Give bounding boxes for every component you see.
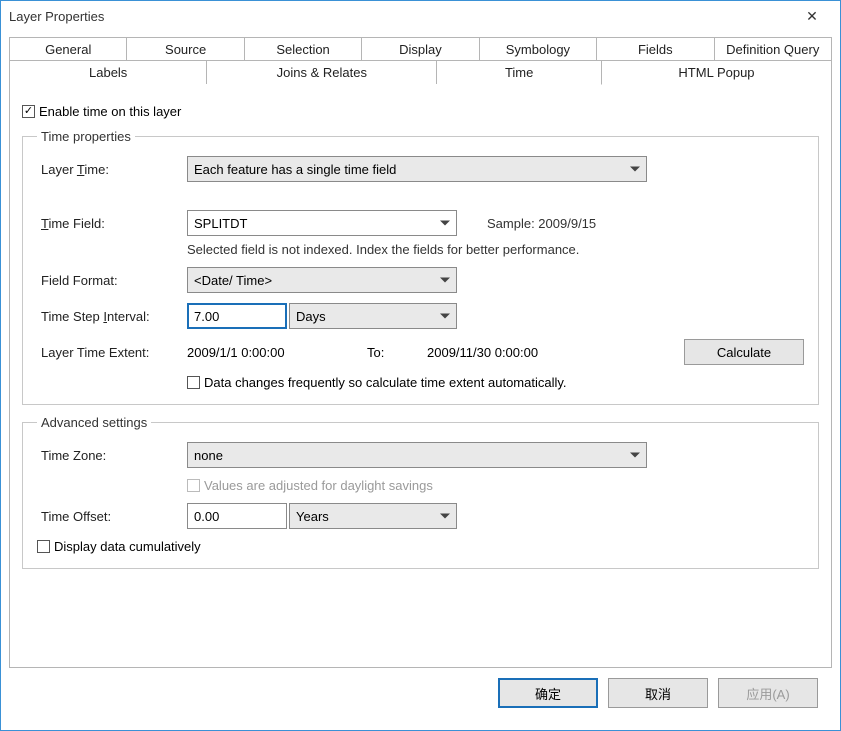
chevron-down-icon <box>440 314 450 319</box>
cumulative-checkbox[interactable]: Display data cumulatively <box>37 539 201 554</box>
timezone-combo[interactable]: none <box>187 442 647 468</box>
offset-label: Time Offset: <box>37 509 187 524</box>
chevron-down-icon <box>630 167 640 172</box>
tab-panel-time: ✓ Enable time on this layer Time propert… <box>9 83 832 668</box>
time-properties-legend: Time properties <box>37 129 135 144</box>
offset-unit-value: Years <box>296 509 450 524</box>
layer-time-label: Layer Time: <box>37 162 187 177</box>
enable-time-checkbox[interactable]: ✓ Enable time on this layer <box>22 104 181 119</box>
tab-definition-query[interactable]: Definition Query <box>715 37 832 61</box>
titlebar: Layer Properties ✕ <box>1 1 840 31</box>
auto-calc-checkbox[interactable]: Data changes frequently so calculate tim… <box>187 375 567 390</box>
interval-input[interactable]: 7.00 <box>187 303 287 329</box>
layer-time-value: Each feature has a single time field <box>194 162 640 177</box>
time-field-value: SPLITDT <box>194 216 450 231</box>
tab-row-2: Labels Joins & Relates Time HTML Popup <box>9 60 832 84</box>
interval-unit-value: Days <box>296 309 450 324</box>
chevron-down-icon <box>440 221 450 226</box>
tab-source[interactable]: Source <box>127 37 244 61</box>
field-format-value: <Date/ Time> <box>194 273 450 288</box>
checkbox-icon: ✓ <box>22 105 35 118</box>
checkbox-icon <box>37 540 50 553</box>
cumulative-label: Display data cumulatively <box>54 539 201 554</box>
content-area: General Source Selection Display Symbolo… <box>1 31 840 730</box>
field-format-label: Field Format: <box>37 273 187 288</box>
window-title: Layer Properties <box>9 9 792 24</box>
apply-button[interactable]: 应用(A) <box>718 678 818 708</box>
layer-time-combo[interactable]: Each feature has a single time field <box>187 156 647 182</box>
dialog-window: Layer Properties ✕ General Source Select… <box>0 0 841 731</box>
field-format-combo[interactable]: <Date/ Time> <box>187 267 457 293</box>
tab-strip: General Source Selection Display Symbolo… <box>9 37 832 84</box>
tab-general[interactable]: General <box>9 37 127 61</box>
checkbox-icon <box>187 376 200 389</box>
chevron-down-icon <box>630 453 640 458</box>
timezone-label: Time Zone: <box>37 448 187 463</box>
dialog-footer: 确定 取消 应用(A) <box>9 668 832 722</box>
auto-calc-label: Data changes frequently so calculate tim… <box>204 375 567 390</box>
tab-labels[interactable]: Labels <box>9 60 207 84</box>
time-properties-group: Time properties Layer Time: Each feature… <box>22 129 819 405</box>
tab-selection[interactable]: Selection <box>245 37 362 61</box>
advanced-settings-legend: Advanced settings <box>37 415 151 430</box>
dst-label: Values are adjusted for daylight savings <box>204 478 433 493</box>
interval-value: 7.00 <box>194 309 219 324</box>
tab-symbology[interactable]: Symbology <box>480 37 597 61</box>
tab-html-popup[interactable]: HTML Popup <box>602 60 832 84</box>
offset-input[interactable]: 0.00 <box>187 503 287 529</box>
dst-checkbox: Values are adjusted for daylight savings <box>187 478 433 493</box>
tab-fields[interactable]: Fields <box>597 37 714 61</box>
extent-to-label: To: <box>367 345 427 360</box>
calculate-button[interactable]: Calculate <box>684 339 804 365</box>
close-icon[interactable]: ✕ <box>792 8 832 25</box>
interval-unit-combo[interactable]: Days <box>289 303 457 329</box>
interval-label: Time Step Interval: <box>37 309 187 324</box>
checkbox-icon <box>187 479 200 492</box>
tab-joins-relates[interactable]: Joins & Relates <box>207 60 437 84</box>
cancel-button[interactable]: 取消 <box>608 678 708 708</box>
time-field-combo[interactable]: SPLITDT <box>187 210 457 236</box>
tab-row-1: General Source Selection Display Symbolo… <box>9 37 832 61</box>
advanced-settings-group: Advanced settings Time Zone: none Values… <box>22 415 819 569</box>
offset-value: 0.00 <box>194 509 219 524</box>
extent-to: 2009/11/30 0:00:00 <box>427 345 627 360</box>
extent-from: 2009/1/1 0:00:00 <box>187 345 367 360</box>
time-field-label: Time Field: <box>37 216 187 231</box>
ok-button[interactable]: 确定 <box>498 678 598 708</box>
chevron-down-icon <box>440 514 450 519</box>
timezone-value: none <box>194 448 640 463</box>
enable-time-label: Enable time on this layer <box>39 104 181 119</box>
offset-unit-combo[interactable]: Years <box>289 503 457 529</box>
tab-display[interactable]: Display <box>362 37 479 61</box>
sample-label: Sample: 2009/9/15 <box>487 216 596 231</box>
index-hint: Selected field is not indexed. Index the… <box>187 242 804 257</box>
chevron-down-icon <box>440 278 450 283</box>
tab-time[interactable]: Time <box>437 60 602 85</box>
extent-label: Layer Time Extent: <box>37 345 187 360</box>
